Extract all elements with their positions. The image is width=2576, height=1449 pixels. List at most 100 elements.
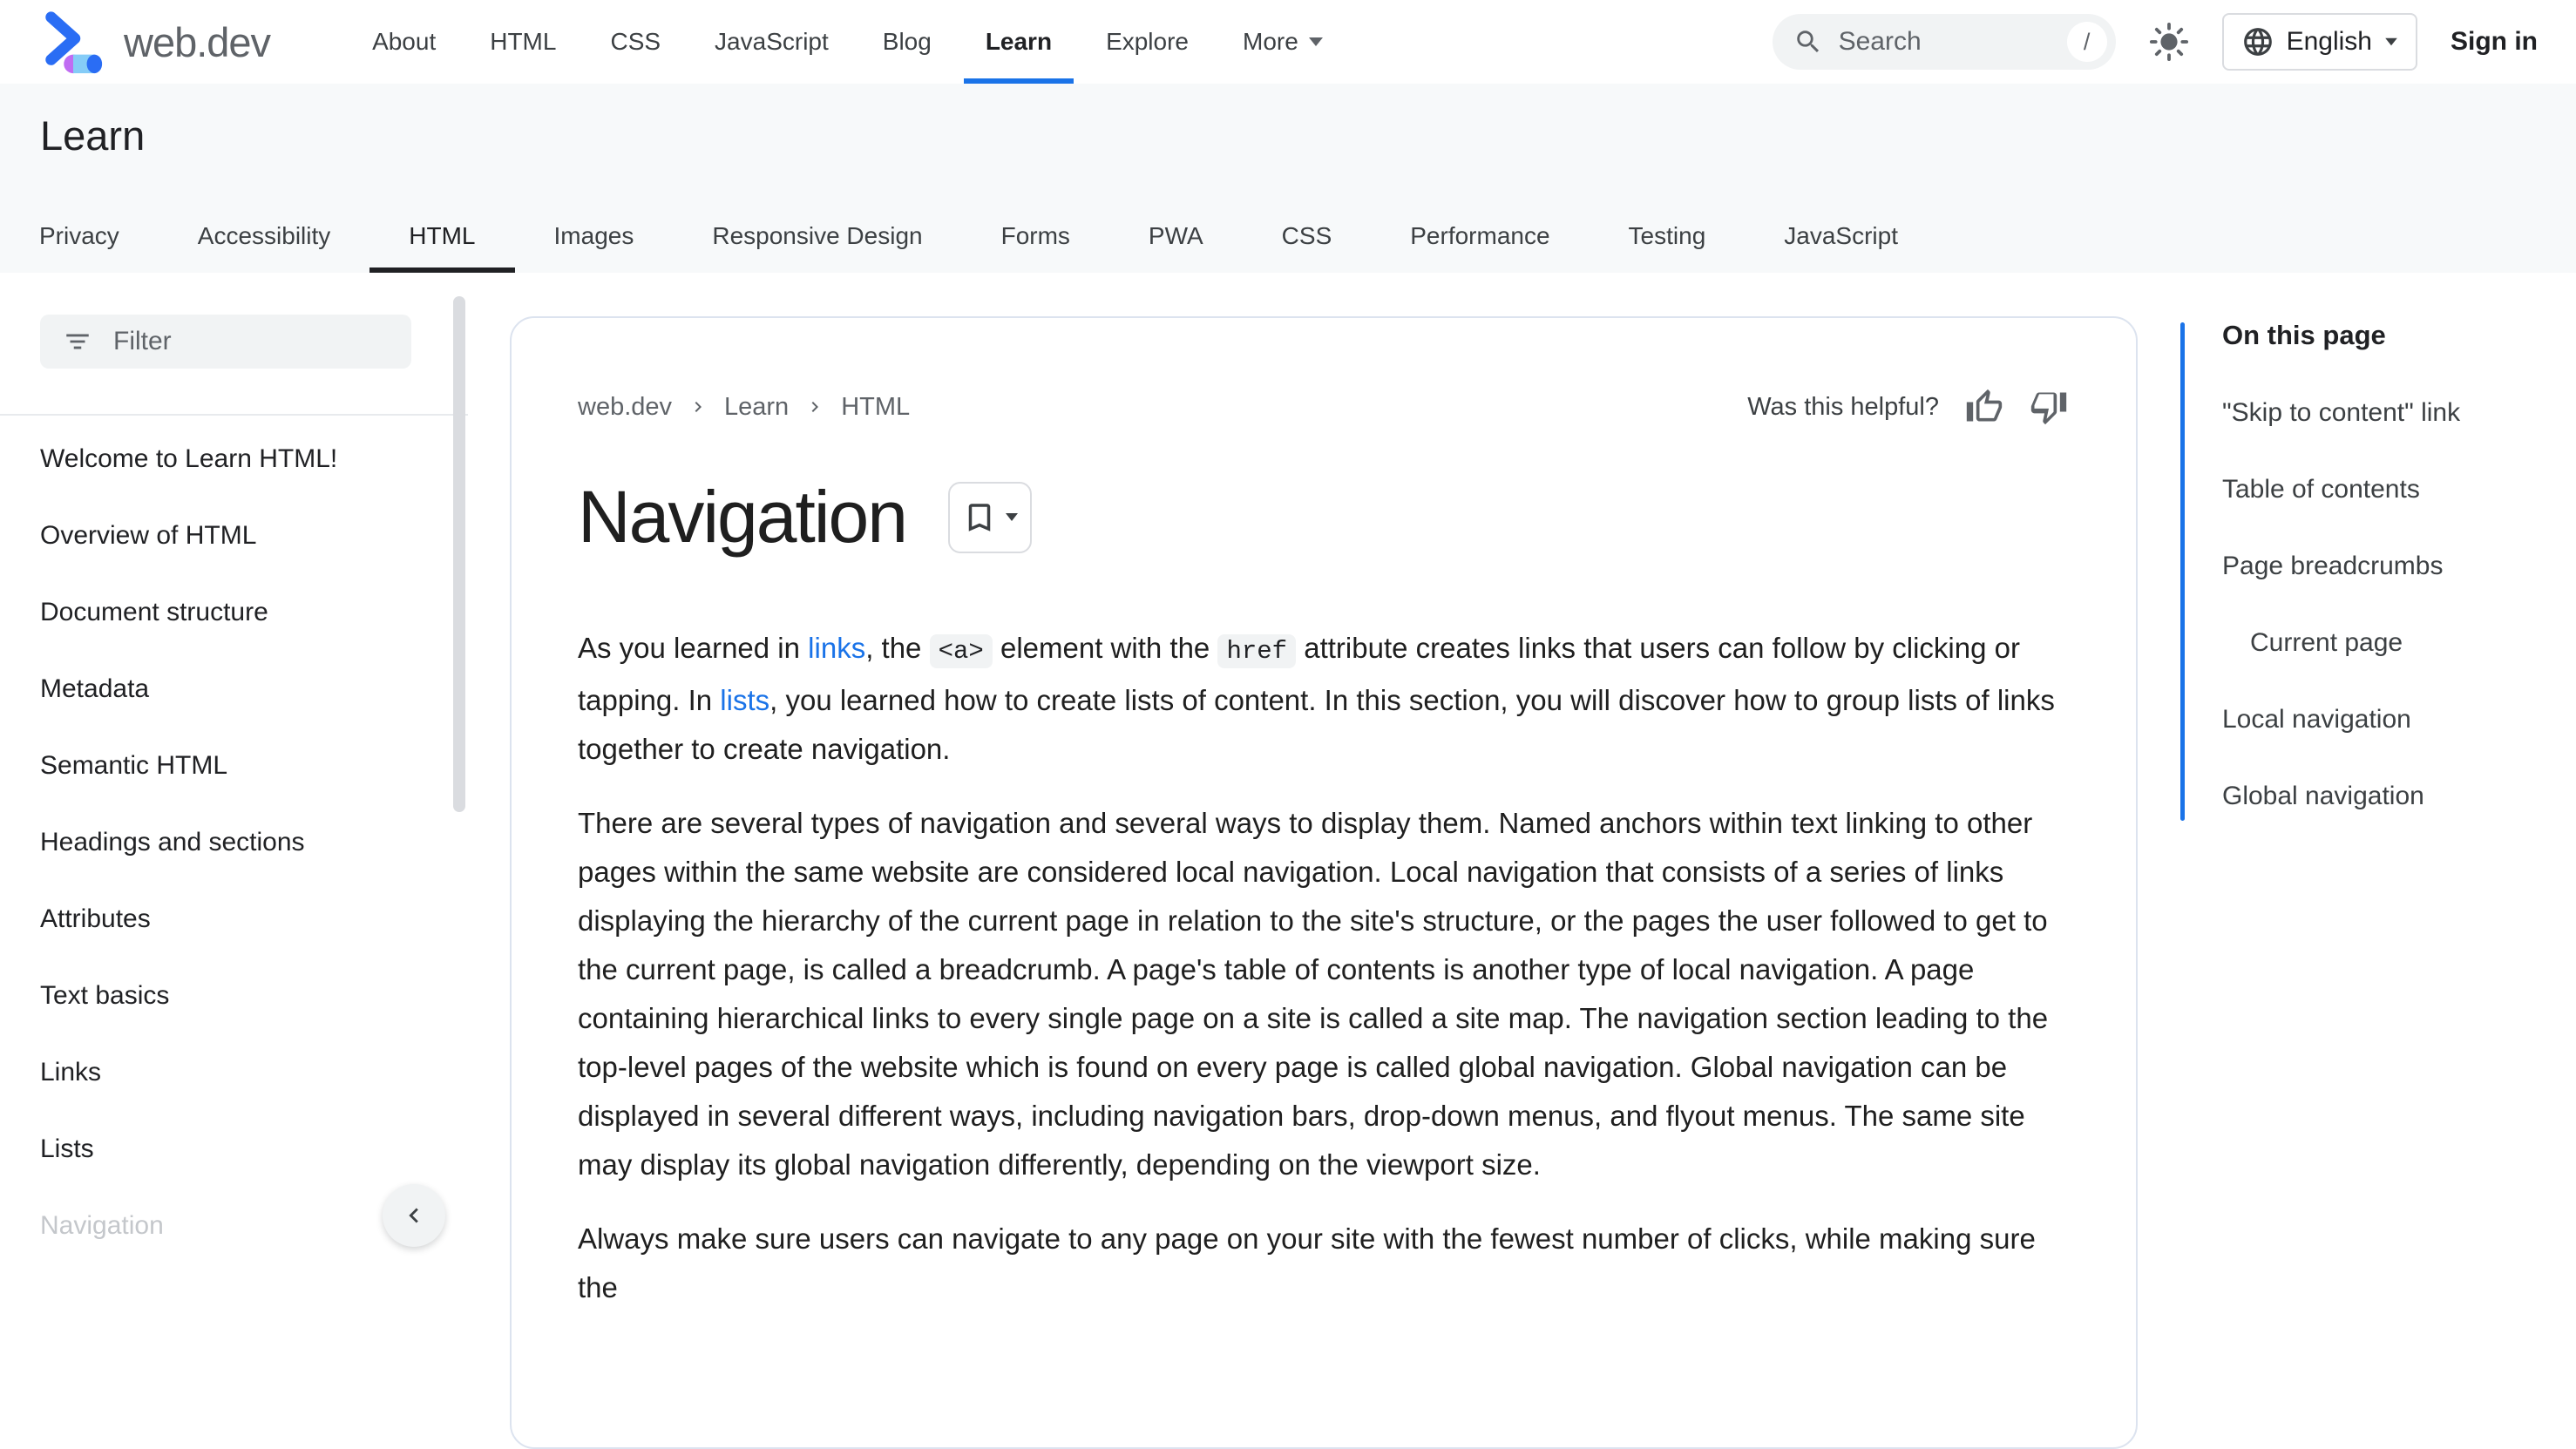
toc-title: On this page xyxy=(2222,320,2386,350)
tab-responsive-design[interactable]: Responsive Design xyxy=(673,200,961,273)
toc-item-table-of-contents[interactable]: Table of contents xyxy=(2222,476,2555,504)
primary-nav: About HTML CSS JavaScript Blog Learn Exp… xyxy=(345,0,1350,84)
toc-item-global-navigation[interactable]: Global navigation xyxy=(2222,782,2555,810)
article-paragraph: As you learned in links, the <a> element… xyxy=(578,624,2059,774)
webdev-logo-icon xyxy=(38,8,106,76)
search-shortcut-badge: / xyxy=(2066,22,2107,62)
course-tabs: Privacy Accessibility HTML Images Respon… xyxy=(0,200,1937,273)
filter-input[interactable] xyxy=(112,326,389,357)
helpful-label: Was this helpful? xyxy=(1747,392,1939,421)
inline-text: , the xyxy=(865,632,930,664)
tab-testing[interactable]: Testing xyxy=(1590,200,1746,273)
theme-toggle-button[interactable] xyxy=(2149,22,2189,62)
article-card: web.dev Learn HTML Was this helpful? Nav… xyxy=(510,316,2138,1449)
chevron-right-icon xyxy=(804,396,825,417)
inline-code: <a> xyxy=(929,634,993,668)
sun-icon xyxy=(2149,22,2189,62)
course-sidebar: Welcome to Learn HTML! Overview of HTML … xyxy=(0,273,468,1266)
sidebar-filter[interactable] xyxy=(40,315,411,369)
tab-css[interactable]: CSS xyxy=(1243,200,1372,273)
tab-html[interactable]: HTML xyxy=(369,200,515,273)
sidebar-collapse-button[interactable] xyxy=(383,1184,445,1247)
search-box[interactable]: / xyxy=(1772,14,2116,70)
toc-item-current-page[interactable]: Current page xyxy=(2222,629,2555,657)
breadcrumb: web.dev Learn HTML xyxy=(578,393,910,422)
language-label: English xyxy=(2286,27,2372,56)
article-title-row: Navigation xyxy=(578,475,2068,559)
inline-link[interactable]: lists xyxy=(720,684,769,716)
sidebar-item-metadata[interactable]: Metadata xyxy=(40,675,407,703)
language-selector[interactable]: English xyxy=(2221,13,2417,71)
nav-item-blog[interactable]: Blog xyxy=(856,0,959,84)
chevron-down-icon xyxy=(1308,37,1323,46)
active-nav-underline xyxy=(963,78,1074,84)
nav-item-html[interactable]: HTML xyxy=(463,0,583,84)
inline-text: element with the xyxy=(992,632,1218,664)
bookmark-button[interactable] xyxy=(947,481,1032,553)
sidebar-item-lists[interactable]: Lists xyxy=(40,1135,407,1163)
sidebar-item-links[interactable]: Links xyxy=(40,1059,407,1087)
sidebar-item-navigation[interactable]: Navigation xyxy=(40,1212,407,1240)
learn-hero: Learn Privacy Accessibility HTML Images … xyxy=(0,84,2576,273)
sidebar-item-text-basics[interactable]: Text basics xyxy=(40,982,407,1010)
toc-accent-bar xyxy=(2180,322,2185,821)
chevron-right-icon xyxy=(688,396,708,417)
webdev-logo[interactable]: web.dev xyxy=(38,8,271,76)
sidebar-item-semantic-html[interactable]: Semantic HTML xyxy=(40,752,407,780)
header-actions: / English Sign xyxy=(1772,13,2538,71)
chevron-down-icon xyxy=(1006,513,1019,521)
thumb-up-icon xyxy=(1965,388,2003,426)
filter-icon xyxy=(63,327,92,356)
toc-item-page-breadcrumbs[interactable]: Page breadcrumbs xyxy=(2222,552,2555,580)
nav-item-javascript[interactable]: JavaScript xyxy=(688,0,856,84)
article-paragraph: Always make sure users can navigate to a… xyxy=(578,1222,2036,1303)
nav-item-more[interactable]: More xyxy=(1216,0,1350,84)
bookmark-icon xyxy=(961,499,998,536)
tab-images[interactable]: Images xyxy=(515,200,674,273)
sidebar-item-attributes[interactable]: Attributes xyxy=(40,905,407,933)
thumb-up-button[interactable] xyxy=(1965,388,2003,426)
sidebar-scrollbar-thumb[interactable] xyxy=(453,296,465,812)
sign-in-button[interactable]: Sign in xyxy=(2451,27,2538,57)
search-icon xyxy=(1793,27,1823,57)
inline-code: href xyxy=(1217,634,1297,668)
search-input[interactable] xyxy=(1836,26,2053,58)
toc-item-local-navigation[interactable]: Local navigation xyxy=(2222,706,2555,734)
tab-privacy[interactable]: Privacy xyxy=(0,200,159,273)
article-title: Navigation xyxy=(578,476,908,558)
sidebar-item-overview[interactable]: Overview of HTML xyxy=(40,522,407,550)
breadcrumb-html[interactable]: HTML xyxy=(841,393,910,422)
chevron-left-icon xyxy=(399,1201,429,1230)
sidebar-item-headings-sections[interactable]: Headings and sections xyxy=(40,829,407,857)
nav-item-explore[interactable]: Explore xyxy=(1079,0,1216,84)
sidebar-item-document-structure[interactable]: Document structure xyxy=(40,599,407,626)
chevron-down-icon xyxy=(2385,37,2397,46)
tab-accessibility[interactable]: Accessibility xyxy=(159,200,369,273)
inline-text: As you learned in xyxy=(578,632,809,664)
article-paragraph: There are several types of navigation an… xyxy=(578,807,2049,1181)
toc-item-skip-to-content[interactable]: "Skip to content" link xyxy=(2222,399,2555,427)
article-card-top: web.dev Learn HTML Was this helpful? xyxy=(578,388,2068,426)
feedback-widget: Was this helpful? xyxy=(1747,388,2068,426)
inline-link[interactable]: links xyxy=(808,632,865,664)
tab-javascript[interactable]: JavaScript xyxy=(1745,200,1937,273)
inline-text: , you learned how to create lists of con… xyxy=(578,684,2055,765)
thumb-down-icon xyxy=(2030,388,2068,426)
tab-performance[interactable]: Performance xyxy=(1371,200,1589,273)
thumb-down-button[interactable] xyxy=(2030,388,2068,426)
nav-item-css[interactable]: CSS xyxy=(583,0,688,84)
nav-item-about[interactable]: About xyxy=(345,0,463,84)
sidebar-course-list: Welcome to Learn HTML! Overview of HTML … xyxy=(40,445,407,1289)
top-header: web.dev About HTML CSS JavaScript Blog L… xyxy=(0,0,2576,84)
breadcrumb-learn[interactable]: Learn xyxy=(724,393,789,422)
tab-pwa[interactable]: PWA xyxy=(1109,200,1243,273)
nav-item-learn[interactable]: Learn xyxy=(959,0,1079,84)
sidebar-item-welcome[interactable]: Welcome to Learn HTML! xyxy=(40,445,407,473)
brand-name: web.dev xyxy=(124,18,271,65)
on-this-page: On this page "Skip to content" link Tabl… xyxy=(2180,321,2555,859)
tab-forms[interactable]: Forms xyxy=(962,200,1109,273)
sidebar-divider xyxy=(0,414,468,416)
article-body: As you learned in links, the <a> element… xyxy=(578,624,2059,1312)
page-title: Learn xyxy=(40,112,146,159)
breadcrumb-webdev[interactable]: web.dev xyxy=(578,393,672,422)
